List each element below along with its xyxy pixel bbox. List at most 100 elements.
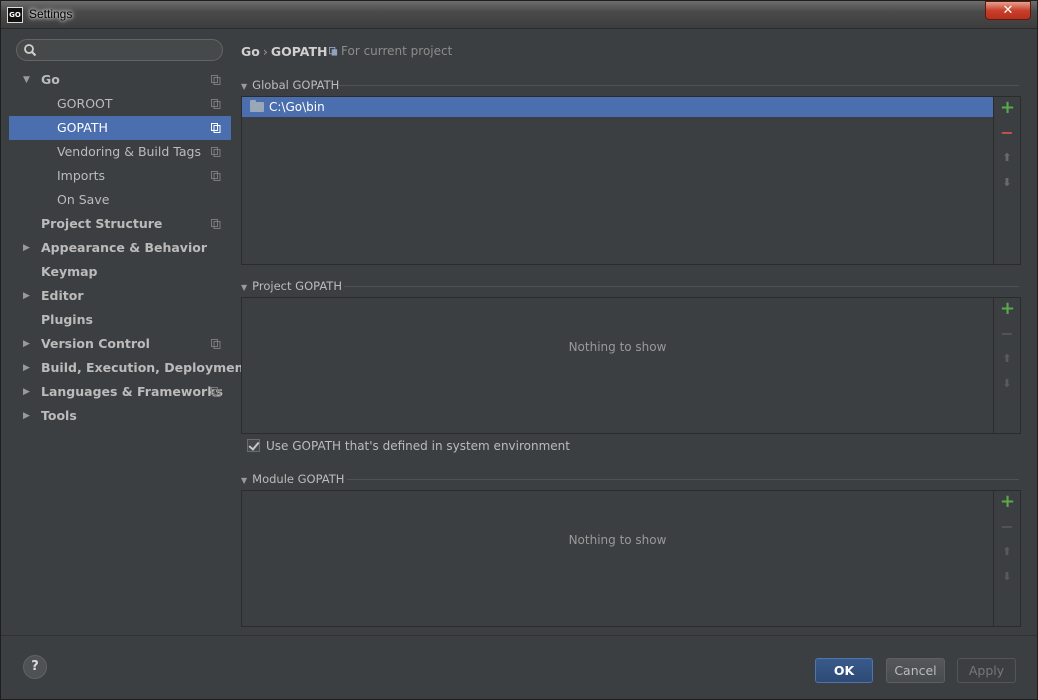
- empty-list-message: Nothing to show: [568, 340, 667, 354]
- move-down-icon: ⬇: [1002, 570, 1012, 583]
- use-system-gopath-option[interactable]: Use GOPATH that's defined in system envi…: [247, 439, 570, 453]
- apply-button: Apply: [957, 658, 1016, 683]
- remove-icon: −: [1000, 517, 1014, 536]
- dialog-footer: ? OK Cancel Apply: [1, 635, 1037, 699]
- gopath-entry-row[interactable]: C:\Go\bin: [242, 97, 993, 117]
- use-system-gopath-label: Use GOPATH that's defined in system envi…: [266, 439, 570, 453]
- sidebar-item-label: Keymap: [41, 264, 98, 279]
- section-divider: [347, 479, 1019, 480]
- sidebar-item-keymap[interactable]: Keymap: [9, 260, 231, 284]
- help-button[interactable]: ?: [23, 655, 47, 679]
- project-level-icon: [211, 147, 221, 157]
- sidebar-item-label: Plugins: [41, 312, 93, 327]
- sidebar-item-tools[interactable]: ▶ Tools: [9, 404, 231, 428]
- move-up-icon[interactable]: ⬆: [1000, 151, 1014, 165]
- sidebar-item-label: Tools: [41, 408, 77, 423]
- global-gopath-list[interactable]: C:\Go\bin: [242, 97, 993, 264]
- project-scope-hint: For current project: [329, 44, 452, 58]
- global-gopath-title: Global GOPATH: [252, 78, 340, 92]
- sidebar-item-label: Editor: [41, 288, 84, 303]
- move-up-icon: ⬆: [1002, 352, 1012, 365]
- use-system-gopath-checkbox[interactable]: [247, 439, 260, 452]
- sidebar-item-goroot[interactable]: GOROOT: [9, 92, 231, 116]
- move-up-icon: ⬆: [1002, 545, 1012, 558]
- module-gopath-panel: Nothing to show + − ⬆ ⬇: [241, 490, 1021, 627]
- module-gopath-list[interactable]: Nothing to show: [242, 491, 993, 626]
- breadcrumb-current: GOPATH: [270, 44, 328, 59]
- title-bar: GO Settings ✕: [1, 1, 1037, 29]
- sidebar-item-label: On Save: [57, 192, 110, 207]
- project-gopath-header[interactable]: ▼ Project GOPATH: [241, 279, 342, 293]
- sidebar-item-label: Project Structure: [41, 216, 163, 231]
- sidebar-item-label: Build, Execution, Deployment: [41, 360, 250, 375]
- project-level-icon: [211, 387, 221, 397]
- sidebar-item-go[interactable]: ▼ Go: [9, 68, 231, 92]
- project-gopath-list[interactable]: Nothing to show: [242, 298, 993, 433]
- collapsed-arrow-icon[interactable]: ▶: [23, 380, 30, 404]
- gopath-entry-path: C:\Go\bin: [269, 100, 325, 114]
- sidebar-item-label: Go: [41, 72, 60, 87]
- sidebar-item-plugins[interactable]: Plugins: [9, 308, 231, 332]
- sidebar-item-editor[interactable]: ▶ Editor: [9, 284, 231, 308]
- sidebar-item-gopath[interactable]: GOPATH: [9, 116, 231, 140]
- add-icon[interactable]: +: [1000, 300, 1015, 318]
- project-level-icon: [211, 75, 221, 85]
- sidebar-item-label: Imports: [57, 168, 105, 183]
- breadcrumb-separator: ›: [262, 44, 268, 59]
- close-button[interactable]: ✕: [985, 1, 1031, 20]
- move-down-icon: ⬇: [1002, 377, 1012, 390]
- empty-list-message: Nothing to show: [568, 533, 667, 547]
- sidebar-item-vendoring-build-tags[interactable]: Vendoring & Build Tags: [9, 140, 231, 164]
- settings-window: GO Settings ✕ ▼ Go GOROOT GOPATH Vendoring &…: [0, 0, 1038, 700]
- module-gopath-header[interactable]: ▼ Module GOPATH: [241, 472, 344, 486]
- project-scope-icon: [329, 47, 338, 56]
- collapse-triangle-icon: ▼: [241, 283, 248, 292]
- collapsed-arrow-icon[interactable]: ▶: [23, 284, 30, 308]
- add-icon[interactable]: +: [1000, 493, 1015, 511]
- sidebar-item-label: Languages & Frameworks: [41, 384, 223, 399]
- go-app-icon: GO: [7, 7, 23, 23]
- sidebar-item-version-control[interactable]: ▶ Version Control: [9, 332, 231, 356]
- sidebar-item-label: GOROOT: [57, 96, 113, 111]
- cancel-button[interactable]: Cancel: [886, 658, 945, 683]
- sidebar-item-on-save[interactable]: On Save: [9, 188, 231, 212]
- collapse-triangle-icon: ▼: [241, 476, 248, 485]
- add-icon[interactable]: +: [1000, 99, 1015, 117]
- settings-tree: ▼ Go GOROOT GOPATH Vendoring & Build Tags Imp…: [9, 68, 249, 428]
- sidebar-item-build-execution-deployment[interactable]: ▶ Build, Execution, Deployment: [9, 356, 249, 380]
- folder-icon: [250, 100, 264, 112]
- sidebar-item-label: GOPATH: [57, 120, 108, 135]
- global-gopath-toolbar: + − ⬆ ⬇: [993, 97, 1020, 264]
- sidebar-item-appearance-behavior[interactable]: ▶ Appearance & Behavior: [9, 236, 231, 260]
- collapsed-arrow-icon[interactable]: ▶: [23, 356, 30, 380]
- settings-content: Go › GOPATH For current project ▼ Global GO…: [231, 30, 1031, 635]
- sidebar-item-imports[interactable]: Imports: [9, 164, 231, 188]
- ok-button[interactable]: OK: [815, 658, 873, 683]
- project-gopath-toolbar: + − ⬆ ⬇: [993, 298, 1020, 433]
- sidebar-item-label: Appearance & Behavior: [41, 240, 207, 255]
- search-input[interactable]: [16, 39, 223, 61]
- project-level-icon: [211, 123, 221, 133]
- collapsed-arrow-icon[interactable]: ▶: [23, 404, 30, 428]
- project-gopath-panel: Nothing to show + − ⬆ ⬇: [241, 297, 1021, 434]
- expanded-arrow-icon[interactable]: ▼: [23, 68, 30, 92]
- sidebar-item-languages-frameworks[interactable]: ▶ Languages & Frameworks: [9, 380, 231, 404]
- remove-icon: −: [1000, 324, 1014, 343]
- global-gopath-header[interactable]: ▼ Global GOPATH: [241, 78, 339, 92]
- module-gopath-toolbar: + − ⬆ ⬇: [993, 491, 1020, 626]
- project-level-icon: [211, 99, 221, 109]
- move-down-icon[interactable]: ⬇: [1000, 176, 1014, 190]
- project-level-icon: [211, 339, 221, 349]
- collapse-triangle-icon: ▼: [241, 82, 248, 91]
- breadcrumb-parent[interactable]: Go: [241, 44, 260, 59]
- collapsed-arrow-icon[interactable]: ▶: [23, 236, 30, 260]
- project-level-icon: [211, 171, 221, 181]
- project-gopath-title: Project GOPATH: [252, 279, 342, 293]
- breadcrumb: Go › GOPATH: [241, 44, 327, 59]
- window-title: Settings: [29, 7, 73, 21]
- project-scope-text: For current project: [341, 44, 453, 58]
- sidebar-item-project-structure[interactable]: Project Structure: [9, 212, 231, 236]
- remove-icon[interactable]: −: [1000, 125, 1014, 141]
- module-gopath-title: Module GOPATH: [252, 472, 345, 486]
- collapsed-arrow-icon[interactable]: ▶: [23, 332, 30, 356]
